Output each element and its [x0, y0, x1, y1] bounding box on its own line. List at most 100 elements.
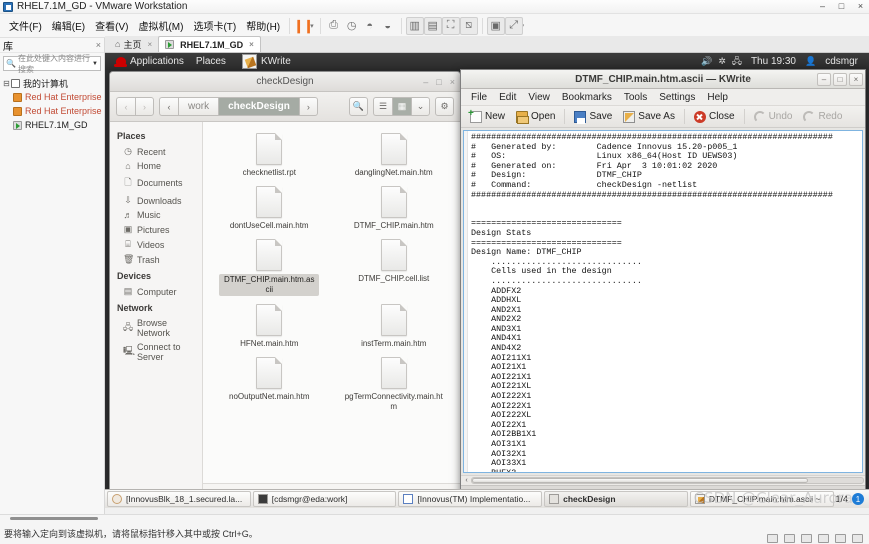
search-icon[interactable]: 🔍 — [349, 97, 368, 116]
breadcrumb-work[interactable]: work — [178, 97, 219, 116]
manage-snapshot-icon[interactable]: ◒ — [379, 17, 397, 35]
taskbar-item-checkdesign[interactable]: checkDesign — [544, 491, 688, 507]
usb-icon[interactable] — [801, 534, 812, 543]
sidebar-item-documents[interactable]: 🗋 Documents — [110, 173, 202, 193]
network-icon[interactable]: 🖧 — [732, 54, 742, 70]
scrollbar-thumb[interactable] — [472, 478, 809, 483]
minimize-icon[interactable]: – — [816, 1, 829, 12]
sidebar-item-music[interactable]: ♬ Music — [110, 208, 202, 222]
hard-disk-icon[interactable] — [767, 534, 778, 543]
close-icon[interactable]: × — [450, 77, 455, 87]
tab-rhel-vm[interactable]: RHEL7.1M_GD × — [158, 36, 261, 52]
applications-menu[interactable]: Applications — [110, 56, 190, 67]
scrollbar-trough[interactable] — [471, 477, 864, 484]
sidebar-item-computer[interactable]: ▤ Computer — [110, 284, 202, 299]
save-as-button[interactable]: Save As — [618, 110, 680, 124]
chevron-down-icon[interactable]: ▼ — [92, 61, 98, 67]
file-item[interactable]: DTMF_CHIP.main.htm — [332, 183, 457, 234]
sidebar-item-browse-network[interactable]: 🖧 Browse Network — [110, 316, 202, 340]
show-thumbnail-icon[interactable]: ▤ — [423, 16, 442, 35]
sound-card-icon[interactable] — [818, 534, 829, 543]
path-scroll-left-button[interactable]: ‹ — [159, 97, 178, 116]
drag-handle[interactable] — [10, 517, 98, 520]
revert-snapshot-icon[interactable]: ◷ — [343, 17, 361, 35]
file-item[interactable]: HFNet.main.htm — [207, 301, 332, 352]
file-item[interactable]: danglingNet.main.htm — [332, 130, 457, 181]
workspace-count[interactable]: 1/4 — [836, 494, 849, 504]
menu-bookmarks[interactable]: Bookmarks — [557, 91, 617, 104]
show-library-icon[interactable]: ▥ — [405, 16, 424, 35]
vmware-window-controls[interactable]: – □ × — [816, 1, 867, 12]
menu-help[interactable]: 帮助(H) — [241, 16, 285, 35]
console-view-icon[interactable]: ▣ — [486, 16, 505, 35]
menu-view[interactable]: View — [523, 91, 555, 104]
tree-item-vm-3[interactable]: RHEL7.1M_GD — [2, 118, 104, 132]
minimize-icon[interactable]: – — [423, 77, 428, 87]
printer-icon[interactable] — [835, 534, 846, 543]
tree-item-vm-1[interactable]: Red Hat Enterprise Linu — [2, 90, 104, 104]
panel-clock[interactable]: Thu 19:30 — [745, 56, 802, 67]
menu-help[interactable]: Help — [702, 91, 733, 104]
kwrite-editor-area[interactable]: ########################################… — [463, 130, 863, 473]
file-manager-content[interactable]: checknetlist.rpt danglingNet.main.htm do… — [203, 122, 460, 500]
library-close-icon[interactable]: × — [96, 40, 101, 50]
menu-tabs[interactable]: 选项卡(T) — [188, 16, 241, 35]
full-screen-icon[interactable]: ⛶ — [441, 16, 460, 35]
library-search-input[interactable]: 🔍 在此处键入内容进行搜索 ▼ — [3, 54, 101, 74]
tree-root-my-computer[interactable]: ⊟ 我的计算机 — [2, 76, 104, 90]
sidebar-item-videos[interactable]: ⌸ Videos — [110, 237, 202, 252]
file-item[interactable]: instTerm.main.htm — [332, 301, 457, 352]
menu-settings[interactable]: Settings — [654, 91, 700, 104]
file-item[interactable]: DTMF_CHIP.cell.list — [332, 236, 457, 299]
forward-button[interactable]: › — [135, 97, 154, 116]
tab-close-icon[interactable]: × — [147, 40, 152, 49]
maximize-icon[interactable]: □ — [833, 72, 847, 86]
bluetooth-icon[interactable]: ✲ — [718, 56, 726, 67]
sidebar-item-trash[interactable]: 🗑 Trash — [110, 252, 202, 267]
sidebar-item-recent[interactable]: ◷ Recent — [110, 144, 202, 159]
menu-file[interactable]: File — [466, 91, 492, 104]
scroll-left-icon[interactable]: ‹ — [462, 477, 471, 484]
tree-item-vm-2[interactable]: Red Hat Enterprise Linu — [2, 104, 104, 118]
taskbar-item-innovus-gui[interactable]: [Innovus(TM) Implementatio... — [398, 491, 543, 507]
active-window-title[interactable]: KWrite — [232, 54, 297, 69]
menu-edit[interactable]: Edit — [494, 91, 521, 104]
taskbar-item-kwrite[interactable]: DTMF_CHIP.main.htm.ascii ~ — [689, 491, 834, 507]
kwrite-window-controls[interactable]: – □ × — [817, 72, 863, 86]
taskbar-item-terminal[interactable]: [cdsmgr@eda:work] — [252, 491, 397, 507]
menu-view[interactable]: 查看(V) — [90, 16, 133, 35]
menu-tools[interactable]: Tools — [619, 91, 652, 104]
panel-username[interactable]: cdsmgr — [819, 56, 864, 67]
close-icon[interactable]: × — [854, 1, 867, 12]
minimize-icon[interactable]: – — [817, 72, 831, 86]
take-snapshot-icon[interactable]: ◓ — [361, 17, 379, 35]
display-icon[interactable] — [852, 534, 863, 543]
chevron-down-icon[interactable]: ⌄ — [411, 97, 430, 116]
sidebar-item-downloads[interactable]: ⇩ Downloads — [110, 193, 202, 208]
sidebar-item-pictures[interactable]: ▣ Pictures — [110, 222, 202, 237]
notification-badge[interactable]: 1 — [852, 493, 865, 505]
tab-home[interactable]: ⌂ 主页 × — [109, 36, 158, 52]
file-manager-window-controls[interactable]: – □ × — [423, 77, 455, 87]
path-scroll-right-button[interactable]: › — [298, 97, 318, 116]
file-item[interactable]: dontUseCell.main.htm — [207, 183, 332, 234]
snapshot-manager-icon[interactable]: ⎙ — [325, 17, 343, 35]
breadcrumb-checkdesign[interactable]: checkDesign — [218, 97, 299, 116]
editor-horizontal-scrollbar[interactable]: ‹ — [461, 475, 865, 485]
close-icon[interactable]: × — [849, 72, 863, 86]
file-item[interactable]: pgTermConnectivity.main.htm — [332, 354, 457, 415]
save-button[interactable]: Save — [569, 110, 617, 124]
editor-text[interactable]: ########################################… — [468, 131, 862, 472]
file-item[interactable]: checknetlist.rpt — [207, 130, 332, 181]
grid-view-icon[interactable]: ▦ — [392, 97, 411, 116]
stretch-view-icon[interactable]: ⤢ — [504, 16, 523, 35]
sidebar-item-connect-to-server[interactable]: 🖳 Connect to Server — [110, 340, 202, 364]
tab-close-icon[interactable]: × — [249, 40, 254, 49]
sidebar-item-home[interactable]: ⌂ Home — [110, 159, 202, 173]
places-menu[interactable]: Places — [190, 56, 232, 67]
unity-mode-icon[interactable]: ⧅ — [459, 16, 478, 35]
taskbar-item-innovus-log[interactable]: [InnovusBlk_18_1.secured.la... — [107, 491, 251, 507]
maximize-icon[interactable]: □ — [436, 77, 441, 87]
expander-icon[interactable]: ⊟ — [2, 79, 11, 88]
gear-icon[interactable]: ⚙ — [435, 97, 454, 116]
